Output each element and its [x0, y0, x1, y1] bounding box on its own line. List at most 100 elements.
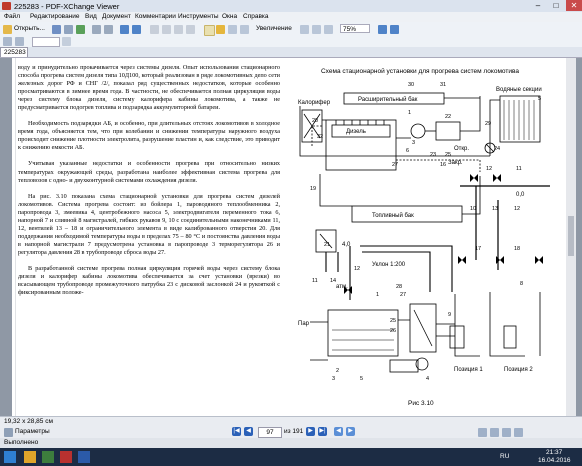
history-forward-button[interactable]: ▶: [346, 427, 355, 436]
zoom-select[interactable]: 75%: [340, 24, 370, 33]
svg-text:9: 9: [448, 312, 451, 318]
menu-comments[interactable]: Комментарии: [135, 13, 176, 20]
minimize-button[interactable]: –: [530, 0, 546, 11]
snapshot-icon[interactable]: [228, 25, 237, 34]
svg-text:8: 8: [520, 281, 523, 287]
prev-page-button[interactable]: ◀: [244, 427, 253, 436]
zoom-plus-icon[interactable]: [390, 25, 399, 34]
label-slope: Уклон 1:200: [372, 262, 406, 268]
page-left-edge: [15, 58, 16, 416]
status-done: Выполнено: [4, 439, 39, 446]
menu-document[interactable]: Документ: [102, 13, 131, 20]
svg-text:12: 12: [486, 166, 492, 172]
svg-text:10: 10: [470, 206, 476, 212]
paragraph: воду и принудительно прокачивается через…: [18, 64, 280, 112]
pump: [410, 123, 426, 139]
label-diesel: Дизель: [346, 129, 366, 135]
menu-view[interactable]: Вид: [85, 13, 97, 20]
menu-file[interactable]: Файл: [4, 13, 20, 20]
tab-bar: [0, 47, 582, 58]
scrollbar-thumb[interactable]: [568, 216, 574, 256]
word-icon[interactable]: [78, 451, 90, 463]
back-icon[interactable]: [120, 25, 129, 34]
browser-icon[interactable]: [42, 451, 54, 463]
figure-title: Схема стационарной установки для прогрев…: [321, 67, 519, 75]
svg-text:25: 25: [445, 152, 451, 158]
open-folder-icon[interactable]: [3, 25, 12, 34]
history-back-button[interactable]: ◀: [334, 427, 343, 436]
bookmark-icon[interactable]: [15, 37, 24, 46]
svg-text:27: 27: [392, 162, 398, 168]
svg-text:22: 22: [445, 114, 451, 120]
continuous-icon[interactable]: [490, 428, 499, 437]
clock-time[interactable]: 21:37: [546, 449, 562, 456]
svg-text:27: 27: [400, 292, 406, 298]
open-button[interactable]: Открыть...: [14, 25, 45, 32]
svg-text:32: 32: [317, 134, 323, 140]
document-tab[interactable]: 225283: [0, 47, 28, 57]
fit-page-icon[interactable]: [312, 25, 321, 34]
last-page-button[interactable]: ▶|: [318, 427, 327, 436]
first-page-button[interactable]: |◀: [232, 427, 241, 436]
hand-tool-icon[interactable]: [204, 25, 215, 36]
pdf-viewer-icon[interactable]: [60, 451, 72, 463]
explorer-icon[interactable]: [24, 451, 36, 463]
svg-text:21: 21: [324, 242, 330, 248]
motor: [435, 121, 461, 141]
label-fuel-tank: Топливный бак: [372, 212, 414, 219]
zoom-button[interactable]: Увеличение: [256, 25, 292, 32]
menu-edit[interactable]: Редактирование: [30, 13, 80, 20]
redo-icon[interactable]: [104, 25, 113, 34]
forward-icon[interactable]: [132, 25, 141, 34]
clock-date[interactable]: 16.04.2016: [538, 457, 571, 464]
svg-text:26: 26: [390, 328, 396, 334]
facing-icon[interactable]: [502, 428, 511, 437]
search-icon[interactable]: [62, 37, 71, 46]
svg-text:28: 28: [396, 284, 402, 290]
params-button[interactable]: Параметры: [15, 428, 50, 435]
next-page-icon[interactable]: [174, 25, 183, 34]
svg-text:1: 1: [376, 292, 379, 298]
label-position-2: Позиция 2: [504, 367, 533, 373]
search-input[interactable]: [32, 37, 60, 47]
close-button[interactable]: ✕: [566, 0, 582, 11]
svg-text:23: 23: [430, 152, 436, 158]
page-number-input[interactable]: 97: [258, 427, 282, 438]
thumbnail-icon[interactable]: [3, 37, 12, 46]
last-page-icon[interactable]: [186, 25, 195, 34]
figure-caption: Рис 3.10: [408, 400, 434, 407]
email-icon[interactable]: [76, 25, 85, 34]
facing-continuous-icon[interactable]: [514, 428, 523, 437]
language-indicator[interactable]: RU: [500, 453, 509, 460]
title-bar: 225283 - PDF-XChange Viewer – □ ✕: [0, 0, 582, 12]
fit-width-icon[interactable]: [324, 25, 333, 34]
print-icon[interactable]: [64, 25, 73, 34]
status-message-bar: Выполнено: [0, 438, 582, 448]
label-expansion-tank: Расширительный бак: [358, 96, 418, 103]
maximize-button[interactable]: □: [548, 0, 564, 11]
settings-icon[interactable]: [4, 428, 13, 437]
undo-icon[interactable]: [92, 25, 101, 34]
start-icon[interactable]: [4, 451, 16, 463]
diesel-block: [325, 119, 397, 171]
zoom-out-icon[interactable]: [378, 25, 387, 34]
zoom-in-icon[interactable]: [240, 25, 249, 34]
menu-windows[interactable]: Окна: [222, 13, 237, 20]
first-page-icon[interactable]: [150, 25, 159, 34]
svg-text:2: 2: [336, 368, 339, 374]
label-0-0: 0,0: [516, 192, 525, 198]
save-icon[interactable]: [52, 25, 61, 34]
taskbar: RU 21:37 16.04.2016: [0, 448, 582, 466]
actual-size-icon[interactable]: [300, 25, 309, 34]
svg-text:12: 12: [514, 206, 520, 212]
svg-text:24: 24: [494, 146, 500, 152]
single-page-icon[interactable]: [478, 428, 487, 437]
menu-help[interactable]: Справка: [243, 13, 269, 20]
select-text-icon[interactable]: [216, 25, 225, 34]
next-page-button[interactable]: ▶: [306, 427, 315, 436]
vertical-scrollbar[interactable]: [566, 58, 576, 416]
prev-page-icon[interactable]: [162, 25, 171, 34]
svg-text:4: 4: [426, 376, 429, 382]
menu-tools[interactable]: Инструменты: [178, 13, 219, 20]
svg-text:3: 3: [412, 140, 415, 146]
